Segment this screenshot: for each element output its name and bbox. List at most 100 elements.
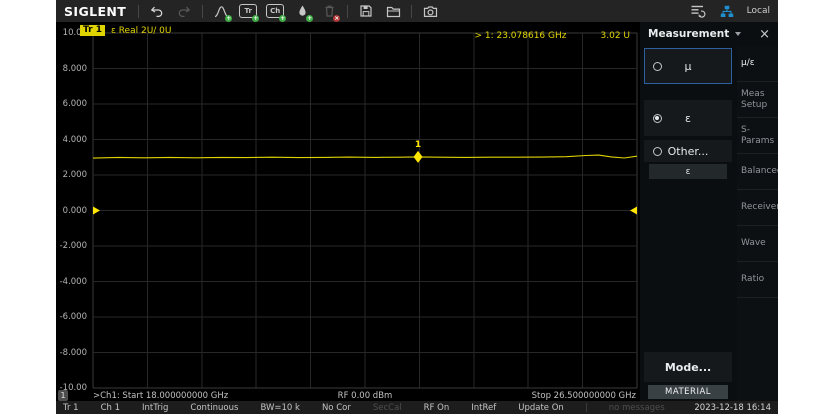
undo-icon (150, 5, 164, 18)
radio-button[interactable] (653, 114, 662, 123)
softkey-μ-[interactable]: μ/ε (737, 46, 778, 82)
softkey-meas-setup[interactable]: Meas Setup (737, 82, 778, 118)
other-value-button[interactable]: ε (649, 164, 727, 179)
radio-button[interactable] (653, 147, 662, 156)
status-item-seccal[interactable]: SecCal (373, 403, 402, 413)
trace-plot: 1 (93, 33, 637, 388)
option-label: Other... (668, 145, 709, 158)
add-trace-curve-button[interactable]: + (212, 3, 230, 20)
softkey-wave[interactable]: Wave (737, 226, 778, 262)
measurement-option-other[interactable]: Other... (644, 140, 732, 162)
panel-title[interactable]: Measurement (648, 28, 729, 40)
add-channel-button[interactable]: Ch + (266, 3, 284, 20)
redo-icon (177, 5, 191, 18)
status-item-intref[interactable]: IntRef (471, 403, 496, 413)
sweep-stop-label[interactable]: Stop 26.500000000 GHz (532, 391, 636, 401)
status-item-ch-1[interactable]: Ch 1 (101, 403, 120, 413)
close-panel-button[interactable]: × (759, 28, 770, 41)
redo-button[interactable] (175, 3, 193, 20)
y-axis-tick-label: 8.000 (63, 64, 87, 74)
datetime-label: 2023-12-18 16:14 (694, 403, 771, 413)
top-toolbar: SIGLENT + Tr + Ch + + × (56, 0, 778, 22)
local-remote-label[interactable]: Local (747, 6, 770, 16)
status-divider (586, 403, 587, 412)
measurement-option-ε[interactable]: ε (644, 100, 732, 136)
marker-readout: > 1: 23.078616 GHz 3.02 U (474, 31, 630, 41)
chart-panel: Tr 1 ε Real 2U/ 0U > 1: 23.078616 GHz 3.… (56, 22, 640, 401)
marker-number-label: 1 (415, 140, 421, 150)
measurement-options: ε Mode... MATERIAL μ ε Other... (640, 46, 737, 401)
toolbar-divider (202, 5, 203, 18)
y-axis-tick-label: -10.00 (60, 383, 87, 393)
measurement-option-μ[interactable]: μ (644, 48, 732, 84)
instrument-screen: SIGLENT + Tr + Ch + + × (56, 0, 778, 414)
mode-button[interactable]: Mode... (644, 352, 732, 382)
delete-button[interactable]: × (320, 3, 338, 20)
y-axis-labels: 10.008.0006.0004.0002.0000.000-2.000-4.0… (56, 33, 89, 388)
save-floppy-icon (359, 4, 373, 18)
radio-button[interactable] (653, 62, 662, 71)
screenshot-button[interactable] (421, 3, 439, 20)
display-layout-button[interactable] (689, 3, 707, 20)
plus-badge: + (306, 15, 313, 22)
status-item-update-on[interactable]: Update On (518, 403, 564, 413)
plus-badge: + (225, 15, 232, 22)
softkey-s-params[interactable]: S-Params (737, 118, 778, 154)
softkey-ratio[interactable]: Ratio (737, 262, 778, 298)
lan-status-button[interactable] (718, 3, 736, 20)
option-label: μ (685, 60, 692, 73)
recall-button[interactable] (384, 3, 402, 20)
marker-value: 3.02 U (601, 31, 631, 41)
add-trace-button[interactable]: Tr + (239, 3, 257, 20)
plus-badge: + (279, 15, 286, 22)
mode-value-badge: MATERIAL (648, 385, 728, 399)
status-item-continuous[interactable]: Continuous (190, 403, 238, 413)
reference-level-arrow-right (630, 207, 637, 215)
reference-level-arrow-left (93, 207, 100, 215)
marker-frequency: > 1: 23.078616 GHz (474, 31, 566, 41)
trace-header: Tr 1 ε Real 2U/ 0U (80, 25, 172, 36)
toolbar-divider (138, 5, 139, 18)
y-axis-tick-label: 0.000 (63, 206, 87, 216)
remove-badge: × (333, 15, 340, 22)
sweep-start-label[interactable]: >Ch1: Start 18.000000000 GHz (93, 391, 228, 401)
plot-area[interactable]: 1 (93, 33, 637, 388)
display-refresh-icon (690, 4, 706, 18)
trace-chip[interactable]: Tr 1 (80, 25, 105, 36)
page: { "colors": { "trace_yellow": "#e0d400",… (0, 0, 840, 420)
lan-network-icon (720, 5, 734, 18)
plus-badge: + (252, 15, 259, 22)
panel-header: Measurement × (640, 22, 778, 46)
status-bar: Tr 1 Ch 1 IntTrig Continuous BW=10 k No Cor Se… (56, 401, 778, 414)
save-button[interactable] (357, 3, 375, 20)
softkey-receiver[interactable]: Receiver (737, 190, 778, 226)
y-axis-tick-label: -4.000 (60, 277, 87, 287)
measurement-panel: Measurement × ε Mode... MATERIAL μ ε Other… (640, 22, 778, 401)
chevron-down-icon (735, 32, 741, 36)
toolbar-divider (411, 5, 412, 18)
option-label: ε (685, 112, 691, 125)
status-item-tr-1[interactable]: Tr 1 (63, 403, 79, 413)
y-axis-tick-label: -6.000 (60, 312, 87, 322)
y-axis-tick-label: 6.000 (63, 99, 87, 109)
status-item-bw-10-k[interactable]: BW=10 k (260, 403, 300, 413)
status-item-inttrig[interactable]: IntTrig (142, 403, 168, 413)
marker-diamond[interactable] (414, 151, 423, 163)
status-item-no-cor[interactable]: No Cor (322, 403, 351, 413)
toolbar-divider (347, 5, 348, 18)
softkey-balanced[interactable]: Balanced (737, 154, 778, 190)
trace-descriptor[interactable]: ε Real 2U/ 0U (111, 26, 172, 36)
add-marker-button[interactable]: + (293, 3, 311, 20)
camera-icon (423, 5, 438, 18)
status-item-rf-on[interactable]: RF On (424, 403, 450, 413)
undo-button[interactable] (148, 3, 166, 20)
y-axis-tick-label: 4.000 (63, 135, 87, 145)
y-axis-tick-label: -8.000 (60, 348, 87, 358)
status-message: no messages (609, 403, 665, 413)
y-axis-tick-label: -2.000 (60, 241, 87, 251)
softkey-menu: μ/εMeas SetupS-ParamsBalancedReceiverWav… (737, 46, 778, 401)
open-folder-icon (386, 5, 401, 18)
y-axis-tick-label: 2.000 (63, 170, 87, 180)
siglent-logo: SIGLENT (64, 4, 126, 19)
toolbar-right-group: Local (689, 3, 770, 20)
